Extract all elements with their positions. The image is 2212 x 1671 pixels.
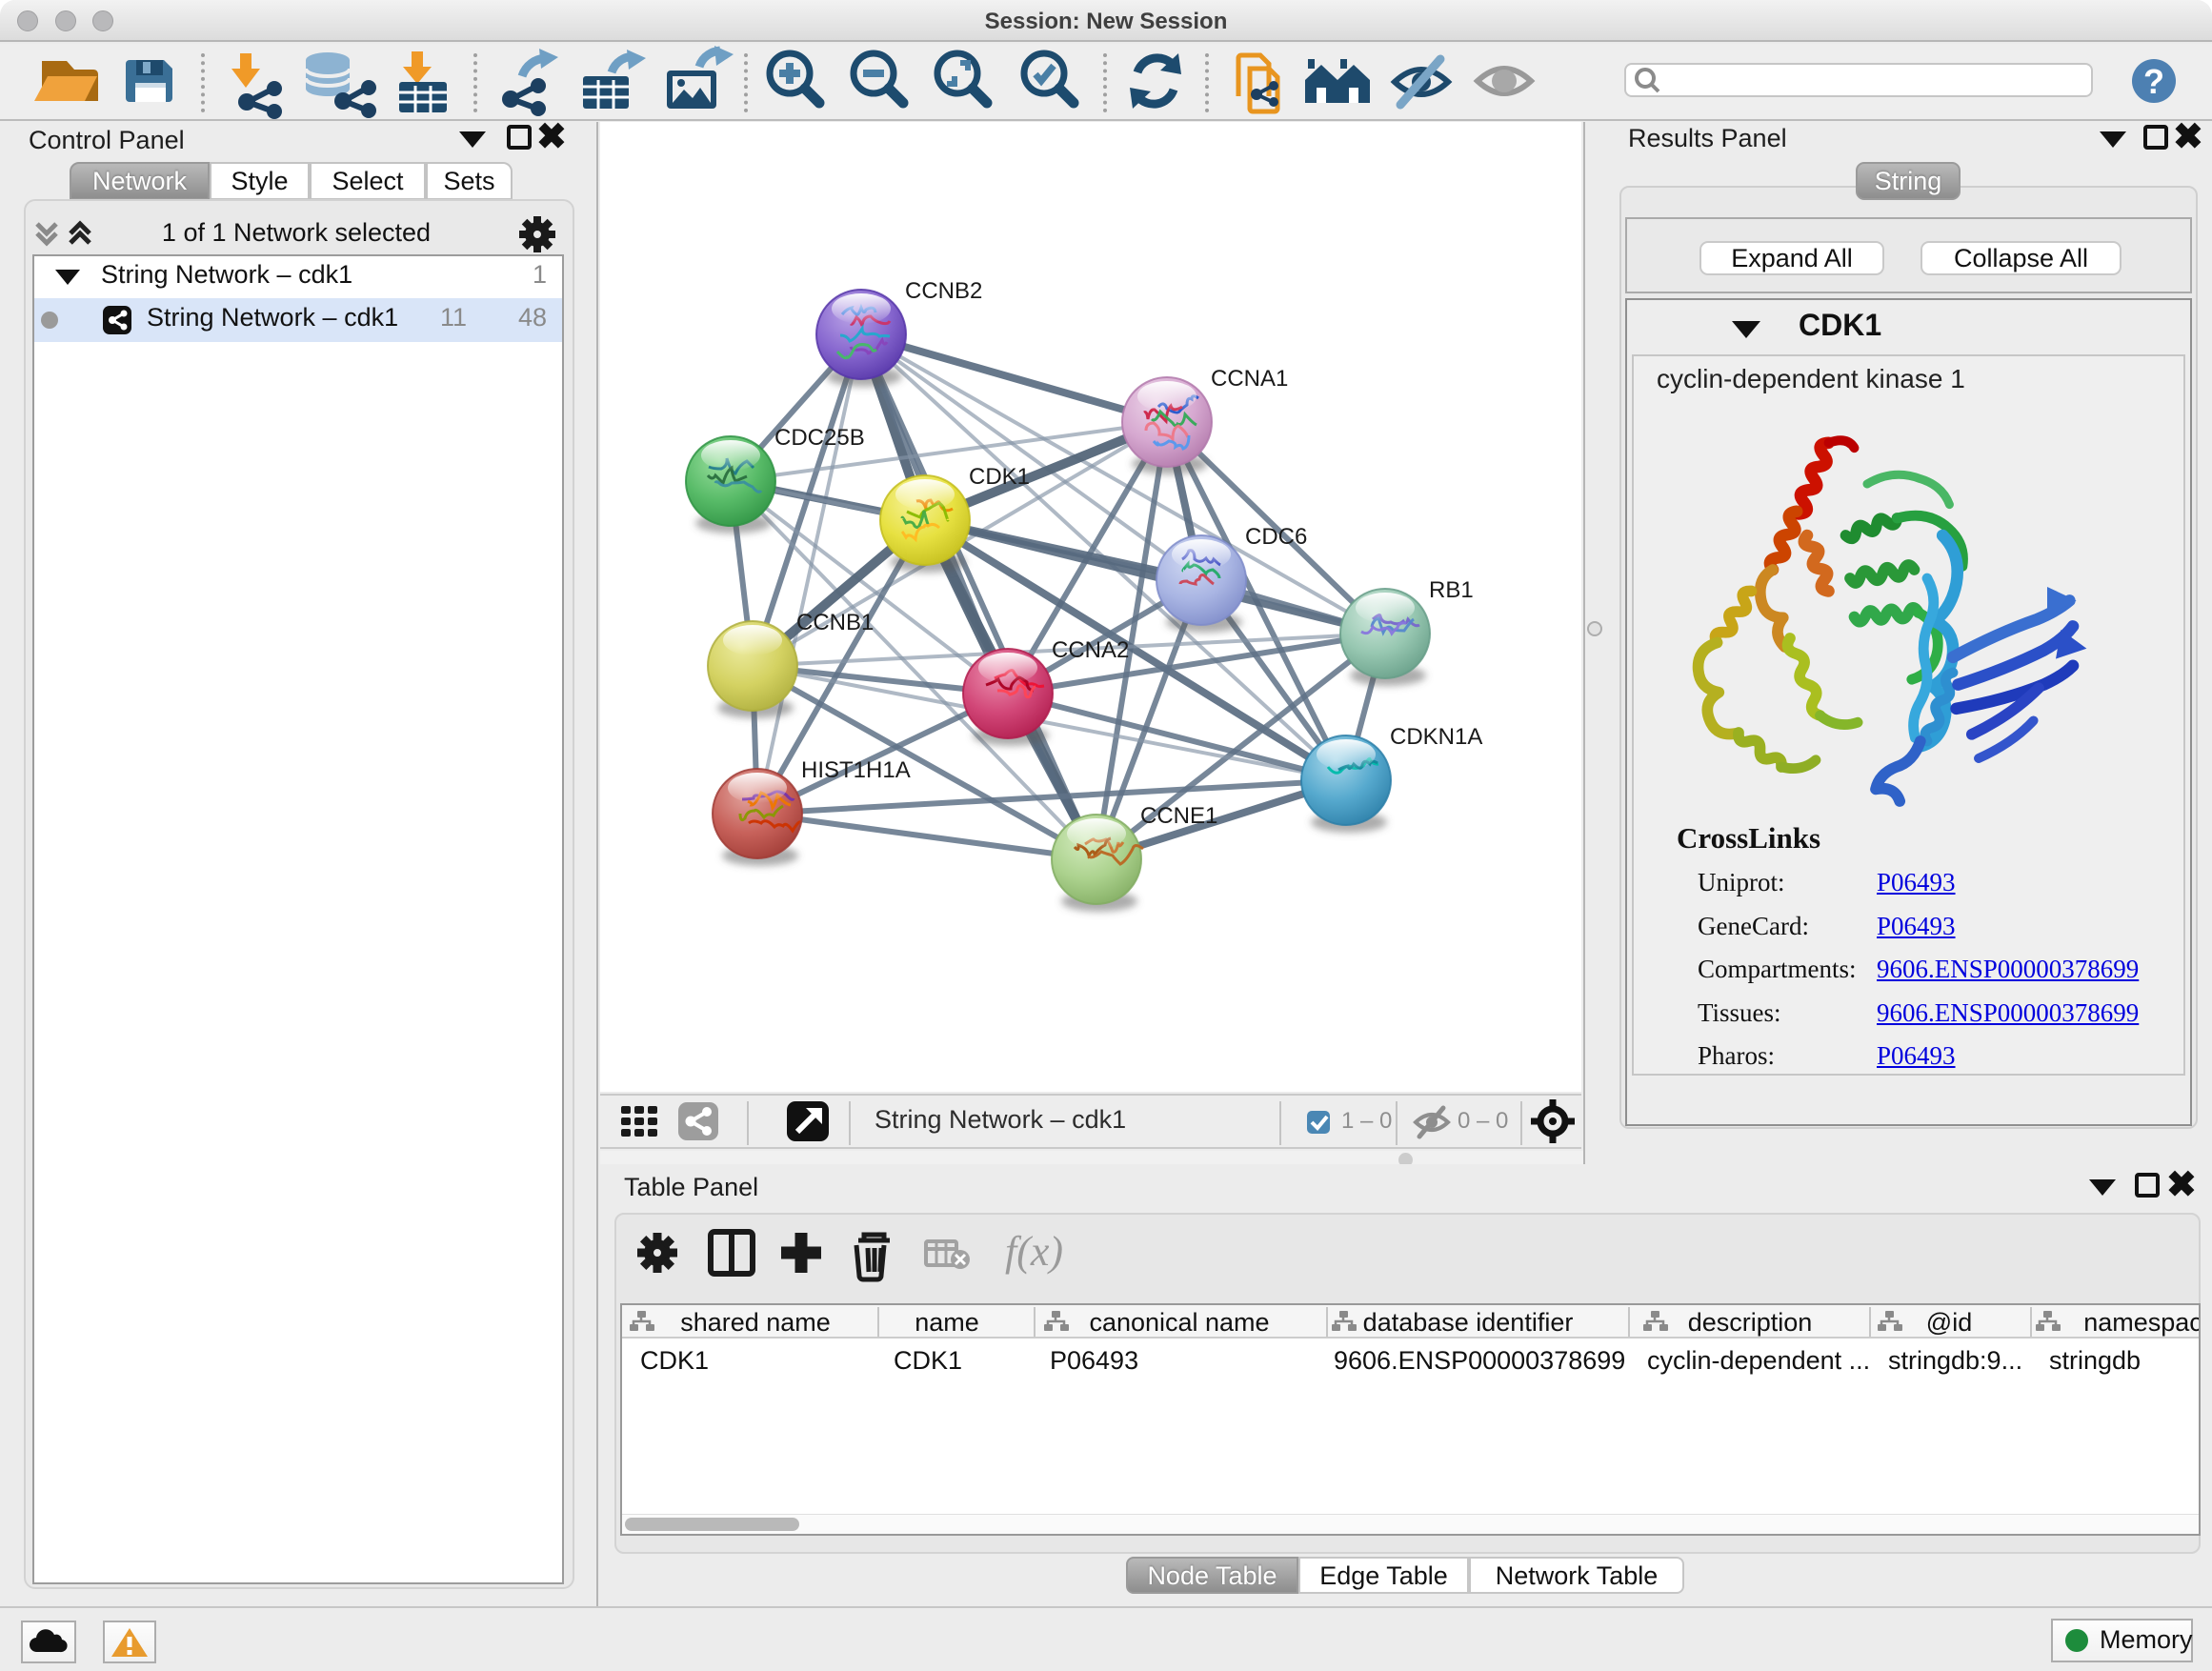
svg-text:name: name xyxy=(915,1308,979,1337)
svg-text:CCNA1: CCNA1 xyxy=(1211,366,1288,392)
svg-text:HIST1H1A: HIST1H1A xyxy=(801,757,911,783)
svg-text:?: ? xyxy=(2143,62,2164,101)
svg-text:CCNB2: CCNB2 xyxy=(905,278,982,304)
svg-text:shared name: shared name xyxy=(680,1308,831,1337)
svg-text:f(x): f(x) xyxy=(1005,1228,1063,1275)
svg-text:CDC25B: CDC25B xyxy=(774,425,865,451)
svg-text:@id: @id xyxy=(1926,1308,1972,1337)
svg-text:CDK1: CDK1 xyxy=(969,464,1030,490)
svg-text:CCNE1: CCNE1 xyxy=(1140,803,1217,829)
svg-text:namespace: namespace xyxy=(2083,1308,2199,1337)
svg-text:RB1: RB1 xyxy=(1429,577,1474,603)
svg-text:CCNB1: CCNB1 xyxy=(796,610,874,635)
svg-text:canonical name: canonical name xyxy=(1089,1308,1269,1337)
svg-text:CDKN1A: CDKN1A xyxy=(1390,724,1482,750)
svg-text:CCNA2: CCNA2 xyxy=(1052,637,1129,663)
svg-text:database identifier: database identifier xyxy=(1363,1308,1574,1337)
svg-text:CDC6: CDC6 xyxy=(1245,524,1307,550)
svg-text:description: description xyxy=(1688,1308,1813,1337)
